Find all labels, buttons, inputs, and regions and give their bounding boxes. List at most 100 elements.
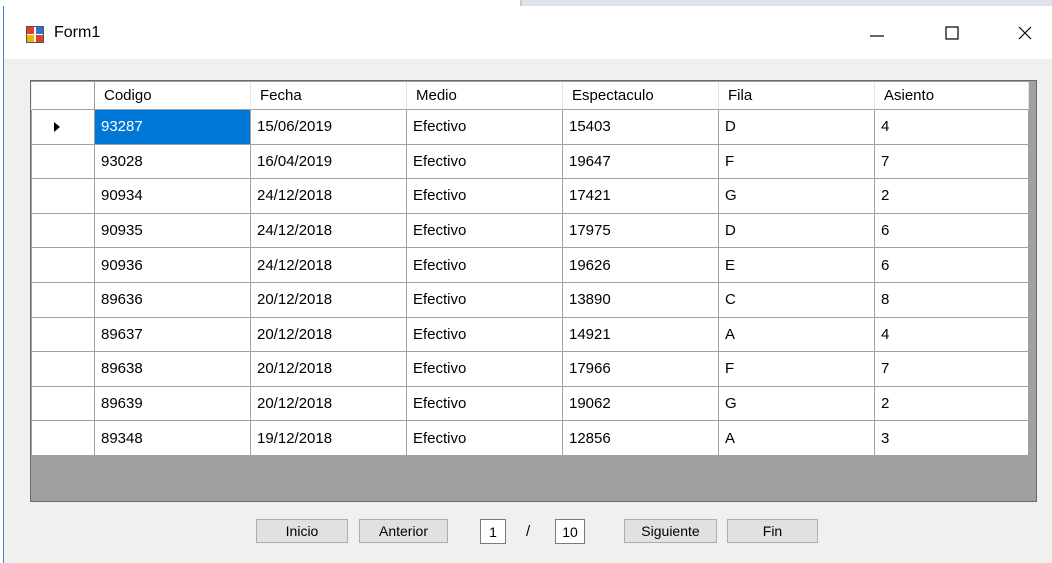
title-bar[interactable]: Form1 (4, 6, 1052, 59)
table-cell[interactable]: Efectivo (407, 421, 563, 456)
table-cell[interactable]: Efectivo (407, 352, 563, 387)
table-cell[interactable]: 19/12/2018 (251, 421, 407, 456)
table-cell[interactable]: 13890 (563, 283, 719, 318)
table-row[interactable]: 89636 20/12/2018 Efectivo 13890 C 8 (32, 283, 1029, 318)
last-page-button[interactable]: Fin (727, 519, 818, 543)
table-cell[interactable]: 20/12/2018 (251, 386, 407, 422)
table-row[interactable]: 93287 15/06/2019 Efectivo 15403 D 4 (32, 110, 1029, 145)
form-app-icon (26, 26, 44, 43)
minimize-button[interactable] (854, 14, 900, 52)
row-header[interactable] (32, 317, 95, 353)
table-cell[interactable]: 93287 (95, 110, 251, 145)
row-header[interactable] (32, 352, 95, 387)
table-row[interactable]: 89638 20/12/2018 Efectivo 17966 F 7 (32, 352, 1029, 387)
table-cell[interactable]: 7 (875, 352, 1029, 387)
table-cell[interactable]: 24/12/2018 (251, 179, 407, 214)
table-cell[interactable]: 7 (875, 144, 1029, 180)
table-cell[interactable]: Efectivo (407, 110, 563, 145)
table-cell[interactable]: 89637 (95, 317, 251, 353)
row-header[interactable] (32, 179, 95, 214)
table-cell[interactable]: F (719, 352, 875, 387)
grid-corner[interactable] (32, 82, 95, 110)
table-cell[interactable]: 15/06/2019 (251, 110, 407, 145)
table-cell[interactable]: G (719, 386, 875, 422)
table-cell[interactable]: 90936 (95, 248, 251, 283)
table-cell[interactable]: G (719, 179, 875, 214)
table-cell[interactable]: 19062 (563, 386, 719, 422)
table-cell[interactable]: 8 (875, 283, 1029, 318)
row-header[interactable] (32, 213, 95, 249)
table-cell[interactable]: 2 (875, 386, 1029, 422)
table-cell[interactable]: 2 (875, 179, 1029, 214)
column-header-codigo[interactable]: Codigo (95, 82, 251, 110)
table-cell[interactable]: 17966 (563, 352, 719, 387)
column-header-medio[interactable]: Medio (407, 82, 563, 110)
table-cell[interactable]: Efectivo (407, 179, 563, 214)
next-page-button[interactable]: Siguiente (624, 519, 717, 543)
table-cell[interactable]: 17975 (563, 213, 719, 249)
table-cell[interactable]: 6 (875, 248, 1029, 283)
table-cell[interactable]: 19647 (563, 144, 719, 180)
table-cell[interactable]: 12856 (563, 421, 719, 456)
table-row[interactable]: 93028 16/04/2019 Efectivo 19647 F 7 (32, 144, 1029, 180)
current-page-field[interactable]: 1 (480, 519, 506, 544)
table-cell[interactable]: F (719, 144, 875, 180)
table-cell[interactable]: 16/04/2019 (251, 144, 407, 180)
table-cell[interactable]: Efectivo (407, 283, 563, 318)
table-cell[interactable]: 90934 (95, 179, 251, 214)
table-cell[interactable]: Efectivo (407, 144, 563, 180)
row-header[interactable] (32, 248, 95, 283)
row-header[interactable] (32, 421, 95, 456)
table-cell[interactable]: Efectivo (407, 248, 563, 283)
table-cell[interactable]: 20/12/2018 (251, 283, 407, 318)
table-cell[interactable]: 93028 (95, 144, 251, 180)
row-header[interactable] (32, 386, 95, 422)
table-cell[interactable]: 4 (875, 110, 1029, 145)
table-cell[interactable]: 90935 (95, 213, 251, 249)
column-header-fila[interactable]: Fila (719, 82, 875, 110)
table-row[interactable]: 90936 24/12/2018 Efectivo 19626 E 6 (32, 248, 1029, 283)
data-grid[interactable]: Codigo Fecha Medio Espectaculo Fila Asie… (30, 80, 1037, 502)
table-cell[interactable]: D (719, 110, 875, 145)
table-row[interactable]: 90935 24/12/2018 Efectivo 17975 D 6 (32, 213, 1029, 249)
table-cell[interactable]: D (719, 213, 875, 249)
maximize-button[interactable] (929, 14, 975, 52)
table-row[interactable]: 89348 19/12/2018 Efectivo 12856 A 3 (32, 421, 1029, 456)
row-header[interactable] (32, 144, 95, 180)
table-cell[interactable]: 14921 (563, 317, 719, 353)
form-window: Form1 Codigo Fecha Medio Espectaculo Fil… (3, 6, 1052, 563)
table-cell[interactable]: A (719, 421, 875, 456)
table-cell[interactable]: Efectivo (407, 386, 563, 422)
table-cell[interactable]: 89638 (95, 352, 251, 387)
table-cell[interactable]: Efectivo (407, 317, 563, 353)
table-cell[interactable]: 24/12/2018 (251, 248, 407, 283)
table-cell[interactable]: 89348 (95, 421, 251, 456)
table-row[interactable]: 89639 20/12/2018 Efectivo 19062 G 2 (32, 386, 1029, 422)
close-button[interactable] (1002, 14, 1048, 52)
table-cell[interactable]: 17421 (563, 179, 719, 214)
table-cell[interactable]: 20/12/2018 (251, 317, 407, 353)
table-cell[interactable]: 6 (875, 213, 1029, 249)
table-cell[interactable]: 15403 (563, 110, 719, 145)
column-header-fecha[interactable]: Fecha (251, 82, 407, 110)
table-cell[interactable]: 24/12/2018 (251, 213, 407, 249)
table-cell[interactable]: C (719, 283, 875, 318)
column-header-row: Codigo Fecha Medio Espectaculo Fila Asie… (32, 82, 1029, 110)
table-row[interactable]: 90934 24/12/2018 Efectivo 17421 G 2 (32, 179, 1029, 214)
table-cell[interactable]: 89639 (95, 386, 251, 422)
table-cell[interactable]: 89636 (95, 283, 251, 318)
column-header-asiento[interactable]: Asiento (875, 82, 1029, 110)
table-cell[interactable]: Efectivo (407, 213, 563, 249)
table-cell[interactable]: A (719, 317, 875, 353)
table-cell[interactable]: 20/12/2018 (251, 352, 407, 387)
row-header[interactable] (32, 283, 95, 318)
table-cell[interactable]: 19626 (563, 248, 719, 283)
table-cell[interactable]: E (719, 248, 875, 283)
previous-page-button[interactable]: Anterior (359, 519, 448, 543)
table-row[interactable]: 89637 20/12/2018 Efectivo 14921 A 4 (32, 317, 1029, 353)
table-cell[interactable]: 4 (875, 317, 1029, 353)
column-header-espectaculo[interactable]: Espectaculo (563, 82, 719, 110)
table-cell[interactable]: 3 (875, 421, 1029, 456)
row-header[interactable] (32, 110, 95, 145)
first-page-button[interactable]: Inicio (256, 519, 348, 543)
